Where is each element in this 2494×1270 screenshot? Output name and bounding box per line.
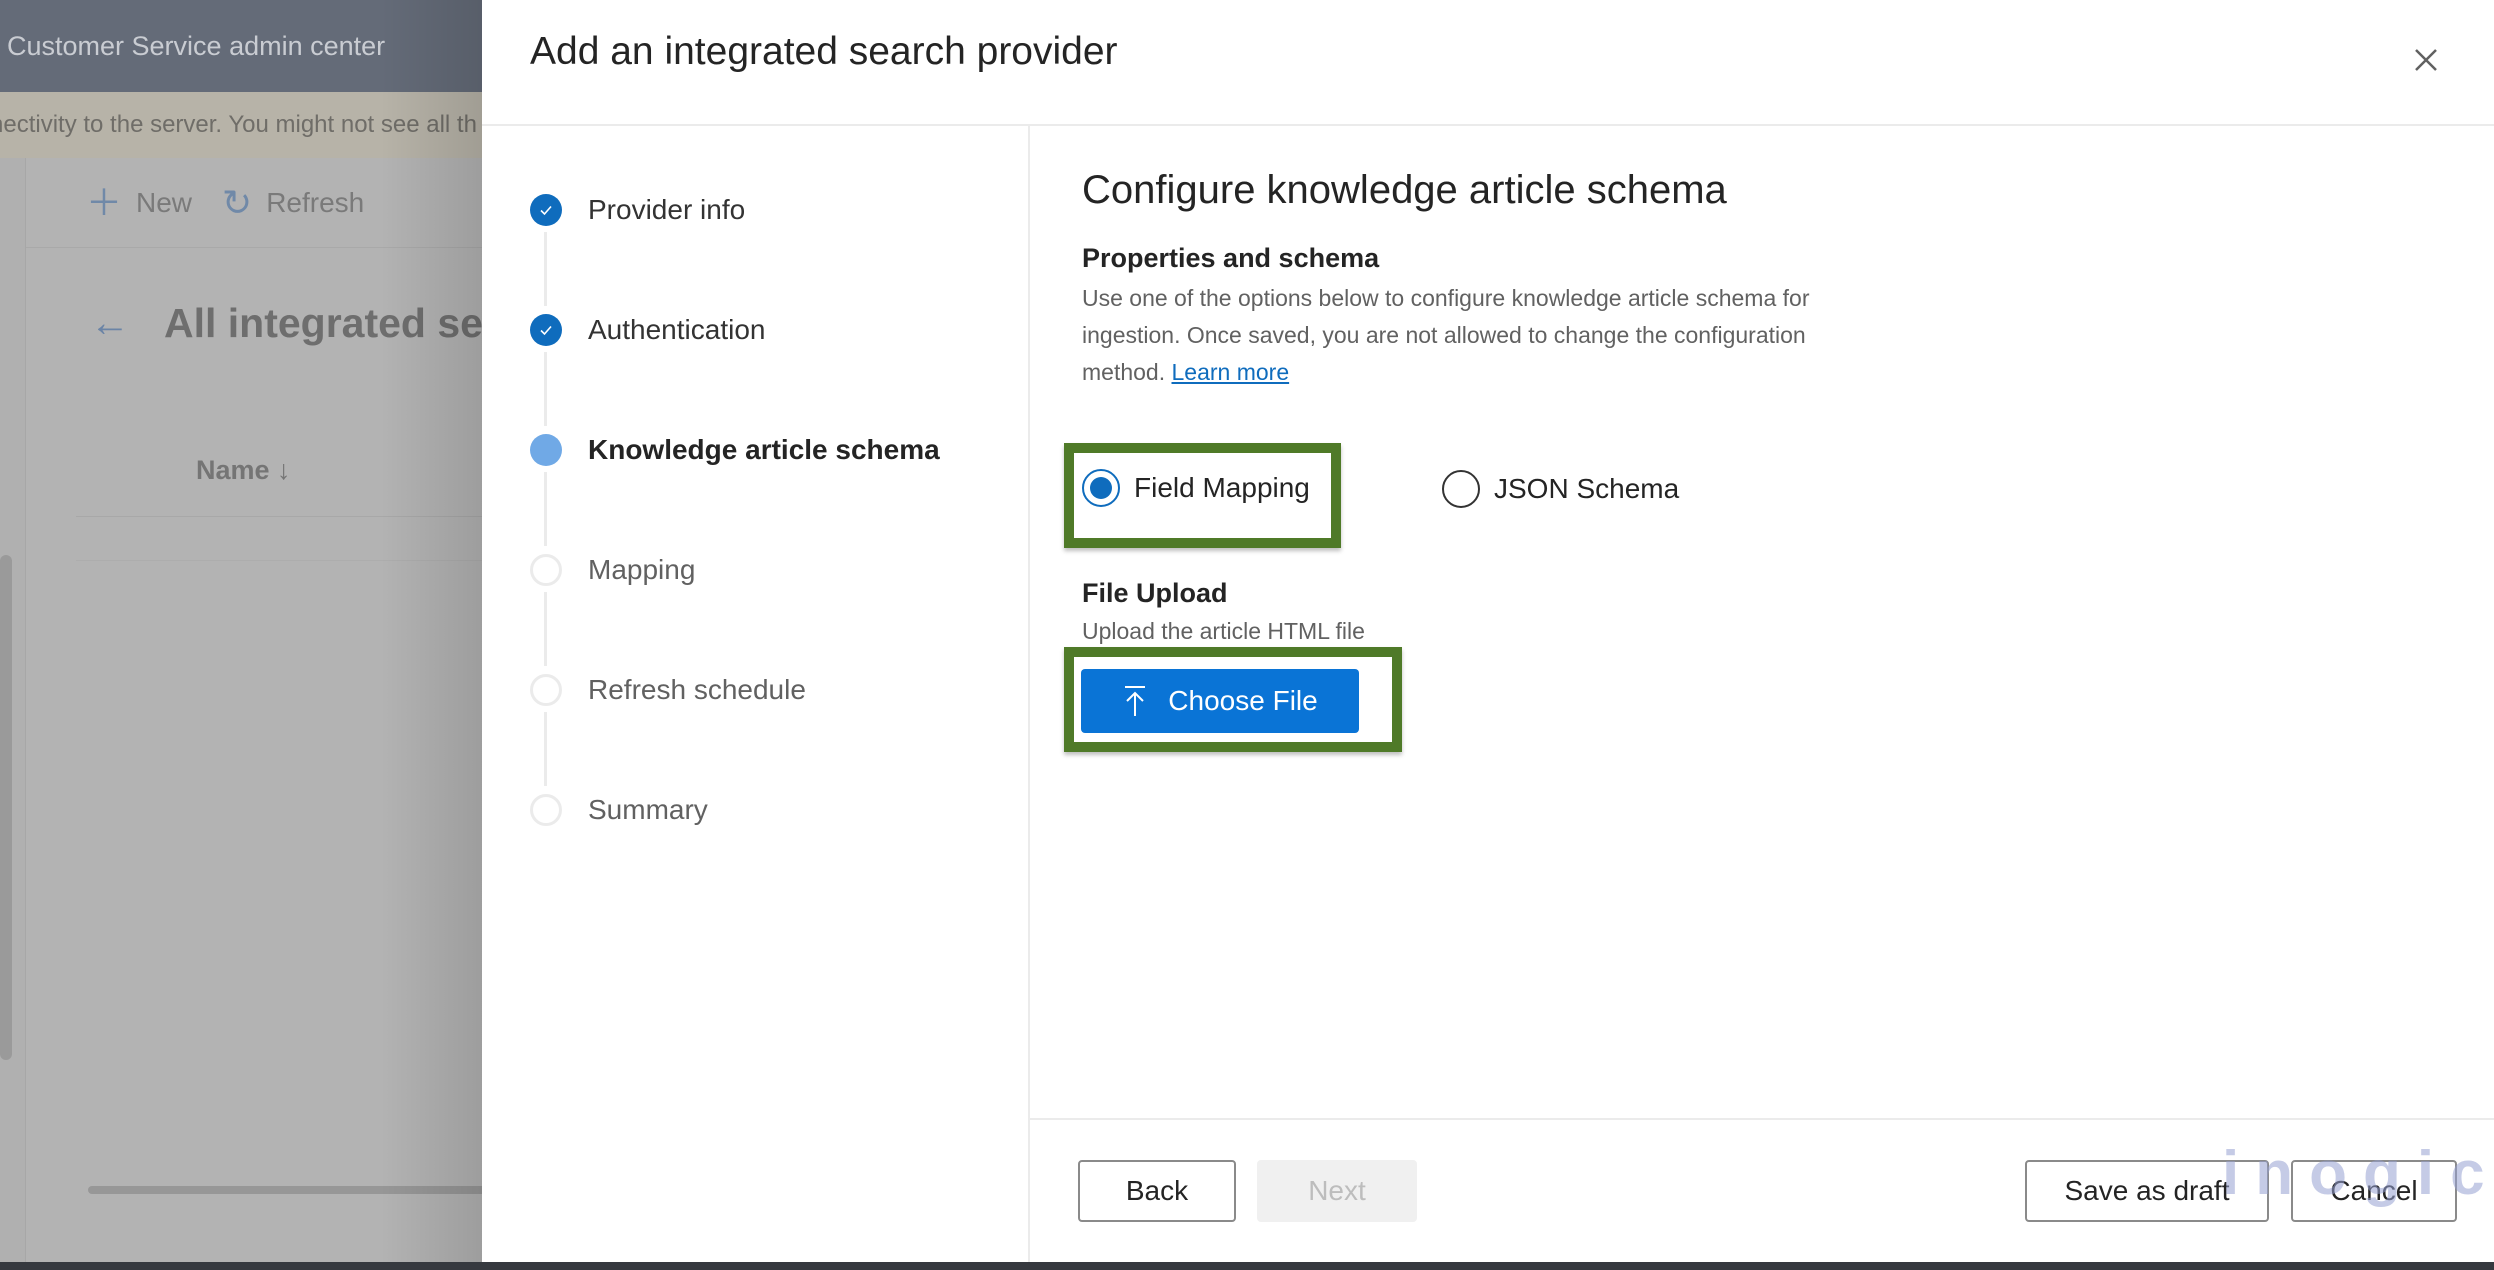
cancel-button[interactable]: Cancel <box>2291 1160 2457 1222</box>
app-title: Customer Service admin center <box>7 31 386 61</box>
step-authentication[interactable]: Authentication <box>530 310 765 350</box>
close-button[interactable] <box>2408 42 2444 78</box>
upload-icon <box>1125 686 1146 716</box>
step-label: Authentication <box>588 314 766 345</box>
radio-label: Field Mapping <box>1134 472 1310 503</box>
empty-step-icon <box>530 554 562 586</box>
current-step-icon <box>530 434 562 466</box>
step-mapping: Mapping <box>530 550 695 590</box>
radio-checked-icon <box>1082 469 1120 507</box>
empty-step-icon <box>530 674 562 706</box>
stepper-divider <box>1028 126 1030 1262</box>
step-connector <box>544 712 547 786</box>
refresh-button[interactable]: ↻ Refresh <box>222 181 365 223</box>
column-header-name[interactable]: Name ↓ <box>196 455 291 486</box>
step-label: Mapping <box>588 554 696 585</box>
refresh-icon: ↻ <box>222 181 253 223</box>
radio-json-schema[interactable]: JSON Schema <box>1442 470 1679 508</box>
content-title: Configure knowledge article schema <box>1082 168 1727 212</box>
panel-title: Add an integrated search provider <box>530 30 1118 73</box>
step-label: Summary <box>588 794 708 825</box>
step-connector <box>544 592 547 666</box>
step-label: Provider info <box>588 194 746 225</box>
header-divider <box>482 124 2494 126</box>
plus-icon: ＋ <box>86 181 123 223</box>
next-button: Next <box>1257 1160 1417 1222</box>
new-button[interactable]: ＋ New <box>86 181 193 223</box>
taskbar <box>0 1262 2494 1270</box>
step-label: Knowledge article schema <box>588 434 940 465</box>
add-search-provider-panel: Add an integrated search provider Provid… <box>482 0 2494 1262</box>
step-knowledge-article-schema[interactable]: Knowledge article schema <box>530 430 940 470</box>
choose-file-label: Choose File <box>1168 685 1318 716</box>
vertical-scrollbar[interactable] <box>0 555 12 1060</box>
section-description: Use one of the options below to configur… <box>1082 280 1882 391</box>
choose-file-button[interactable]: Choose File <box>1081 669 1359 733</box>
radio-field-mapping[interactable]: Field Mapping <box>1082 469 1310 507</box>
back-arrow-icon[interactable]: ← <box>90 301 130 346</box>
step-refresh-schedule: Refresh schedule <box>530 670 806 710</box>
new-label: New <box>136 186 193 218</box>
back-button[interactable]: Back <box>1078 1160 1236 1222</box>
panel-shadow <box>380 0 482 1262</box>
step-connector <box>544 472 547 546</box>
radio-unchecked-icon <box>1442 470 1480 508</box>
learn-more-link[interactable]: Learn more <box>1172 359 1290 385</box>
refresh-label: Refresh <box>266 186 365 218</box>
check-icon <box>530 314 562 346</box>
upload-title: File Upload <box>1082 578 1228 608</box>
section-title: Properties and schema <box>1082 243 1380 273</box>
check-icon <box>530 194 562 226</box>
save-as-draft-button[interactable]: Save as draft <box>2025 1160 2269 1222</box>
footer-divider <box>1030 1118 2494 1120</box>
empty-step-icon <box>530 794 562 826</box>
step-label: Refresh schedule <box>588 674 806 705</box>
upload-description: Upload the article HTML file <box>1082 618 1365 644</box>
step-provider-info[interactable]: Provider info <box>530 190 745 230</box>
step-connector <box>544 352 547 426</box>
step-connector <box>544 232 547 306</box>
close-icon <box>2415 49 2437 71</box>
radio-label: JSON Schema <box>1494 473 1680 504</box>
step-summary: Summary <box>530 790 708 830</box>
